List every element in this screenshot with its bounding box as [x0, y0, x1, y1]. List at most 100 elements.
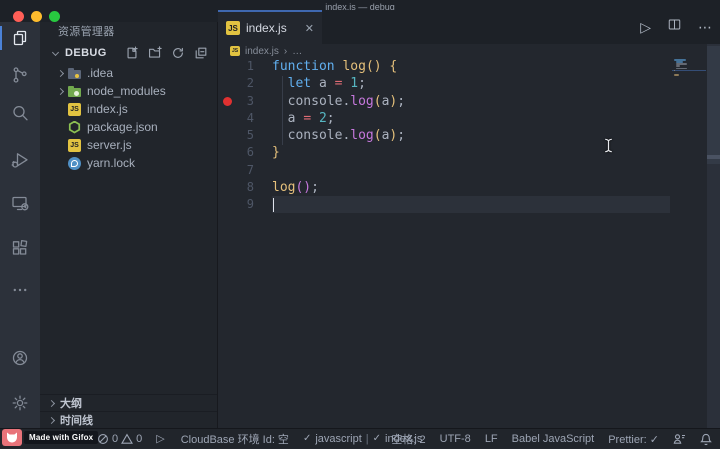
folder-section-header[interactable]: DEBUG: [40, 43, 217, 62]
code-token: 2: [319, 111, 327, 126]
more-actions-icon[interactable]: [0, 278, 40, 302]
js-icon: JS: [68, 139, 81, 152]
line-number[interactable]: 4: [218, 110, 258, 127]
status-item-0[interactable]: 空格: 2: [391, 431, 425, 447]
code-line[interactable]: }: [272, 144, 405, 161]
bell-icon[interactable]: [700, 433, 712, 446]
breakpoint-dot[interactable]: [223, 97, 232, 106]
extensions-icon[interactable]: [0, 236, 40, 260]
editor-gutter[interactable]: 123456789: [218, 58, 258, 214]
tree-item-index.js[interactable]: JSindex.js: [40, 100, 217, 118]
status-item-1[interactable]: UTF-8: [440, 433, 471, 445]
search-icon[interactable]: [0, 101, 40, 125]
gifox-fox-icon: [2, 429, 22, 446]
collapse-all-icon[interactable]: [194, 46, 208, 60]
js-file-icon: JS: [226, 21, 240, 35]
language-label[interactable]: javascript: [315, 433, 361, 445]
tree-item-node_modules[interactable]: node_modules: [40, 82, 217, 100]
npm-icon: [68, 121, 81, 134]
code-line[interactable]: [272, 196, 405, 213]
code-line[interactable]: let a = 1;: [272, 75, 405, 92]
text-cursor: [273, 198, 275, 212]
code-token: (: [374, 128, 382, 143]
more-icon[interactable]: ⋯: [698, 19, 712, 36]
chevron-down-icon: [52, 49, 59, 56]
close-tab-icon[interactable]: ✕: [305, 22, 314, 35]
tree-item-.idea[interactable]: .idea: [40, 64, 217, 82]
line-number[interactable]: 5: [218, 127, 258, 144]
settings-gear-icon[interactable]: [0, 391, 40, 415]
tab-label: index.js: [246, 21, 287, 35]
file-name: yarn.lock: [87, 156, 135, 170]
code-line[interactable]: function log() {: [272, 58, 405, 75]
file-name: server.js: [87, 138, 132, 152]
status-item-4[interactable]: Prettier: ✓: [608, 433, 659, 446]
problems-indicator[interactable]: 0 0: [97, 433, 142, 445]
code-token: ;: [397, 128, 405, 143]
tree-item-yarn.lock[interactable]: yarn.lock: [40, 154, 217, 172]
zoom-window-button[interactable]: [49, 11, 60, 22]
scrollbar-thumb[interactable]: [707, 46, 720, 164]
account-icon[interactable]: [0, 346, 40, 370]
line-number[interactable]: 1: [218, 58, 258, 75]
error-count: 0: [112, 433, 118, 445]
line-number[interactable]: 8: [218, 179, 258, 196]
breadcrumb[interactable]: JS index.js › …: [218, 44, 707, 58]
run-code-button[interactable]: ▷: [156, 432, 164, 445]
chevron-right-icon: [48, 416, 55, 423]
tree-item-package.json[interactable]: package.json: [40, 118, 217, 136]
code-line[interactable]: a = 2;: [272, 110, 405, 127]
breadcrumb-more[interactable]: …: [292, 46, 302, 57]
tab-index-js[interactable]: JS index.js ✕: [218, 10, 322, 44]
status-item-2[interactable]: LF: [485, 433, 498, 445]
refresh-icon[interactable]: [171, 46, 185, 60]
folder-section-label: DEBUG: [65, 47, 107, 59]
code-token: ;: [311, 180, 319, 195]
minimize-window-button[interactable]: [31, 11, 42, 22]
remote-explorer-icon[interactable]: [0, 191, 40, 215]
line-number[interactable]: 7: [218, 162, 258, 179]
chevron-right-icon: [48, 399, 55, 406]
status-right: 空格: 2 UTF-8 LF Babel JavaScript Prettier: ✓: [391, 429, 712, 449]
minimap[interactable]: [672, 58, 707, 428]
breadcrumb-file[interactable]: index.js: [245, 46, 279, 57]
close-window-button[interactable]: [13, 11, 24, 22]
section-actions: [125, 46, 208, 60]
folder-badge: [74, 91, 79, 96]
vertical-scrollbar[interactable]: [707, 44, 720, 428]
line-number[interactable]: 9: [218, 196, 258, 213]
run-and-debug-icon[interactable]: [0, 148, 40, 172]
outline-panel-label: 大纲: [60, 395, 82, 411]
cloudbase-env-status[interactable]: CloudBase 环境 Id: 空: [181, 431, 289, 447]
code-token: let: [288, 76, 311, 91]
sidebar-title: 资源管理器: [40, 22, 217, 43]
split-editor-icon[interactable]: [667, 17, 682, 37]
source-control-icon[interactable]: [0, 63, 40, 87]
file-name: package.json: [87, 120, 158, 134]
explorer-sidebar: 资源管理器 DEBUG .ideanode_modulesJSindex.js p…: [40, 22, 218, 428]
watermark-text: Made with Gifox: [24, 431, 98, 444]
code-line[interactable]: [272, 162, 405, 179]
code-editor[interactable]: 123456789 function log() { let a = 1; co…: [218, 58, 707, 428]
folder-badge: [75, 74, 79, 78]
outline-panel-header[interactable]: 大纲: [40, 394, 217, 411]
new-file-icon[interactable]: [125, 46, 139, 60]
timeline-panel-header[interactable]: 时间线: [40, 411, 217, 428]
feedback-icon: [673, 433, 686, 445]
code-line[interactable]: log();: [272, 179, 405, 196]
line-number[interactable]: 2: [218, 75, 258, 92]
editor-actions: ▷⋯: [640, 10, 712, 44]
yarn-icon: [68, 157, 81, 170]
tree-item-server.js[interactable]: JS server.js: [40, 136, 217, 154]
chevron-right-icon: [57, 69, 64, 76]
code-line[interactable]: console.log(a);: [272, 93, 405, 110]
timeline-panel-label: 时间线: [60, 412, 93, 428]
explorer-icon[interactable]: [0, 26, 40, 50]
code-lines[interactable]: function log() { let a = 1; console.log(…: [272, 58, 405, 214]
code-token: function: [272, 59, 335, 74]
new-folder-icon[interactable]: [148, 46, 162, 60]
status-item-3[interactable]: Babel JavaScript: [512, 433, 595, 445]
code-line[interactable]: console.log(a);: [272, 127, 405, 144]
line-number[interactable]: 6: [218, 144, 258, 161]
run-icon[interactable]: ▷: [640, 19, 651, 36]
